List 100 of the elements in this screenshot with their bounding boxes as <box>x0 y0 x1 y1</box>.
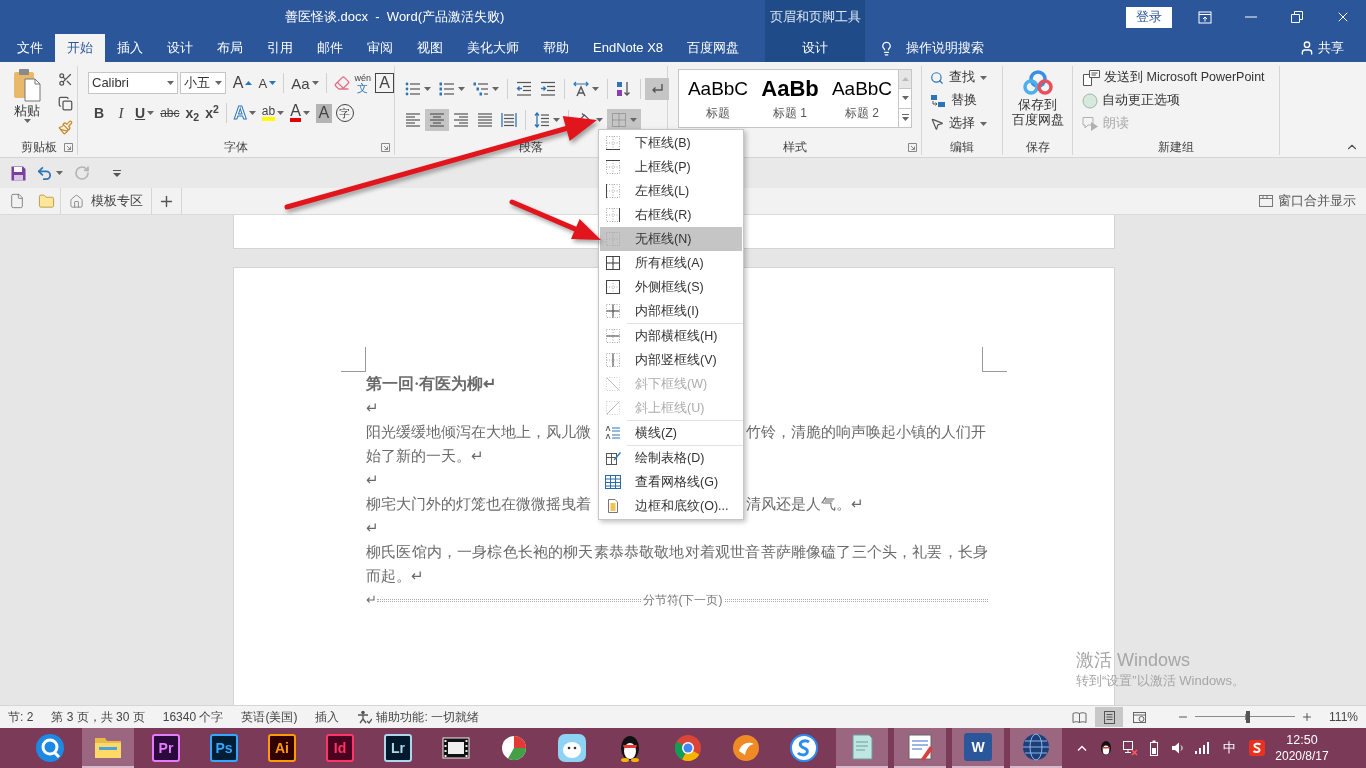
menu-item[interactable]: 右框线(R) <box>600 203 742 227</box>
show-marks-button[interactable] <box>645 78 669 100</box>
caret-icon <box>277 111 285 115</box>
browser-icon <box>35 733 65 763</box>
ribbon-tab[interactable]: EndNote X8 <box>581 34 676 62</box>
ribbon-tab[interactable]: 引用 <box>255 34 305 62</box>
superscript-button[interactable]: x$^{2}$ <box>202 102 222 124</box>
find-button[interactable]: 查找 <box>930 66 1002 89</box>
menu-item[interactable]: 下框线(B) <box>600 131 742 155</box>
italic-button[interactable]: I <box>110 102 132 124</box>
change-case-button[interactable]: Aa <box>288 72 322 94</box>
caret-icon <box>214 81 222 85</box>
menu-item[interactable]: 内部竖框线(V) <box>600 348 742 372</box>
share-button[interactable]: 共享 <box>1299 38 1344 58</box>
menu-item[interactable]: 所有框线(A) <box>600 251 742 275</box>
input-method-button[interactable]: 中 <box>1214 728 1244 768</box>
paragraph-mark: ↵ <box>366 519 379 536</box>
zoom-slider[interactable] <box>1195 711 1296 723</box>
menu-item[interactable]: 内部横框线(H) <box>600 324 742 348</box>
bold-button[interactable]: B <box>88 102 110 124</box>
font-color-button[interactable]: A <box>287 102 313 124</box>
ribbon-tab[interactable]: 设计 <box>790 34 840 62</box>
taskbar-app[interactable]: Pr <box>140 728 192 768</box>
menu-item[interactable]: 无框线(N) <box>600 227 742 251</box>
borders-button[interactable] <box>607 109 641 131</box>
menu-item[interactable]: 查看网格线(G) <box>600 470 742 494</box>
character-border-button[interactable]: A <box>375 73 394 93</box>
phonetic-guide-button[interactable]: wén 文 <box>352 72 373 94</box>
accessibility-check-icon <box>357 710 373 724</box>
ribbon-tab[interactable]: 邮件 <box>305 34 355 62</box>
replace-button[interactable]: 替换 <box>930 89 1002 112</box>
cloud-icon <box>1022 70 1053 96</box>
menu-item[interactable]: 上框线(P) <box>600 155 742 179</box>
taskbar-app[interactable]: W <box>952 728 1004 768</box>
outside-borders-icon <box>605 279 621 295</box>
caret-icon <box>901 96 909 101</box>
taskbar-app[interactable]: Ai <box>256 728 308 768</box>
menu-item[interactable]: 内部框线(I) <box>600 299 742 323</box>
tell-me-search[interactable]: 操作说明搜索 <box>879 38 984 58</box>
no-border-icon <box>605 231 621 247</box>
ribbon-tab[interactable]: 插入 <box>105 34 155 62</box>
dialog-launcher-icon[interactable] <box>908 143 917 152</box>
character-shading-button[interactable]: A <box>315 103 332 123</box>
caret-icon <box>147 111 155 115</box>
distributed-align-icon <box>501 112 517 128</box>
ribbon-tab[interactable]: 设计 <box>155 34 205 62</box>
subscript-button[interactable]: x$_{2}$ <box>182 102 203 124</box>
caret-icon <box>980 121 987 126</box>
shrink-font-button[interactable]: A <box>255 72 280 94</box>
taskbar-app[interactable]: Id <box>314 728 366 768</box>
ribbon-tab[interactable]: 文件 <box>5 34 55 62</box>
ribbon-tab[interactable]: 布局 <box>205 34 255 62</box>
menu-item[interactable]: 边框和底纹(O)... <box>600 494 742 518</box>
font-size-combobox[interactable]: 小五 <box>179 72 226 94</box>
draw-table-icon <box>605 450 621 466</box>
menu-item[interactable]: 绘制表格(D) <box>600 446 742 470</box>
menu-item[interactable]: 外侧框线(S) <box>600 275 742 299</box>
style-option[interactable]: AaBb 标题 1 <box>754 74 826 127</box>
highlight-button[interactable]: ab <box>258 102 288 124</box>
ribbon-tab[interactable]: 开始 <box>55 34 105 62</box>
font-name-combobox[interactable]: Calibri <box>88 72 178 94</box>
style-option[interactable]: AaBbC 标题 <box>682 74 754 127</box>
grow-font-button[interactable]: A <box>229 72 256 94</box>
taskbar-clock[interactable]: 12:50 2020/8/17 <box>1272 728 1332 768</box>
ribbon-tab[interactable]: 视图 <box>405 34 455 62</box>
status-text: 辅助功能: 一切就绪 <box>376 709 480 726</box>
menu-item[interactable]: 横线(Z) <box>600 421 742 445</box>
taskbar-app[interactable]: Lr <box>372 728 424 768</box>
send-to-powerpoint-button[interactable]: 发送到 Microsoft PowerPoint <box>1082 66 1279 89</box>
paintbrush-icon <box>57 119 73 135</box>
print-layout-button[interactable] <box>1095 707 1124 727</box>
line-spacing-icon <box>534 112 550 128</box>
group-label: 剪贴板 <box>20 141 57 153</box>
select-button[interactable]: 选择 <box>930 112 1002 135</box>
dialog-launcher-icon[interactable] <box>381 143 390 152</box>
save-to-cloud-button[interactable]: 保存到 百度网盘 <box>1011 70 1064 128</box>
login-button[interactable]: 登录 <box>1126 6 1172 28</box>
taskbar-app[interactable]: Ps <box>198 728 250 768</box>
paste-button[interactable]: 粘贴 <box>8 68 46 138</box>
dialog-launcher-icon[interactable] <box>64 143 73 152</box>
ribbon-tab[interactable]: 美化大师 <box>455 34 531 62</box>
underline-button[interactable]: U <box>132 102 158 124</box>
ribbon-tab[interactable]: 帮助 <box>531 34 581 62</box>
autocorrect-options-button[interactable]: 自动更正选项 <box>1082 89 1279 112</box>
scissors-icon <box>57 71 73 87</box>
style-option[interactable]: AaBbC 标题 2 <box>826 74 898 127</box>
all-borders-icon <box>605 255 621 271</box>
speaker-icon <box>1171 741 1185 755</box>
document-tab[interactable]: 模板专区 <box>60 188 152 214</box>
menu-item[interactable]: 左框线(L) <box>600 179 742 203</box>
ribbon-tab[interactable]: 审阅 <box>355 34 405 62</box>
ribbon-tab[interactable]: 百度网盘 <box>675 34 752 62</box>
caret-icon <box>302 111 310 115</box>
horizontal-line-icon <box>605 425 621 441</box>
zoom-slider-thumb[interactable] <box>1246 711 1251 723</box>
strikethrough-button[interactable]: abc <box>157 102 183 124</box>
merge-windows-button[interactable]: 窗口合并显示 <box>1259 188 1356 214</box>
caret-icon <box>630 118 637 122</box>
bottom-border-icon <box>605 135 621 151</box>
body-text: 竹铃，清脆的响声唤起小镇的人们开 <box>746 423 986 442</box>
